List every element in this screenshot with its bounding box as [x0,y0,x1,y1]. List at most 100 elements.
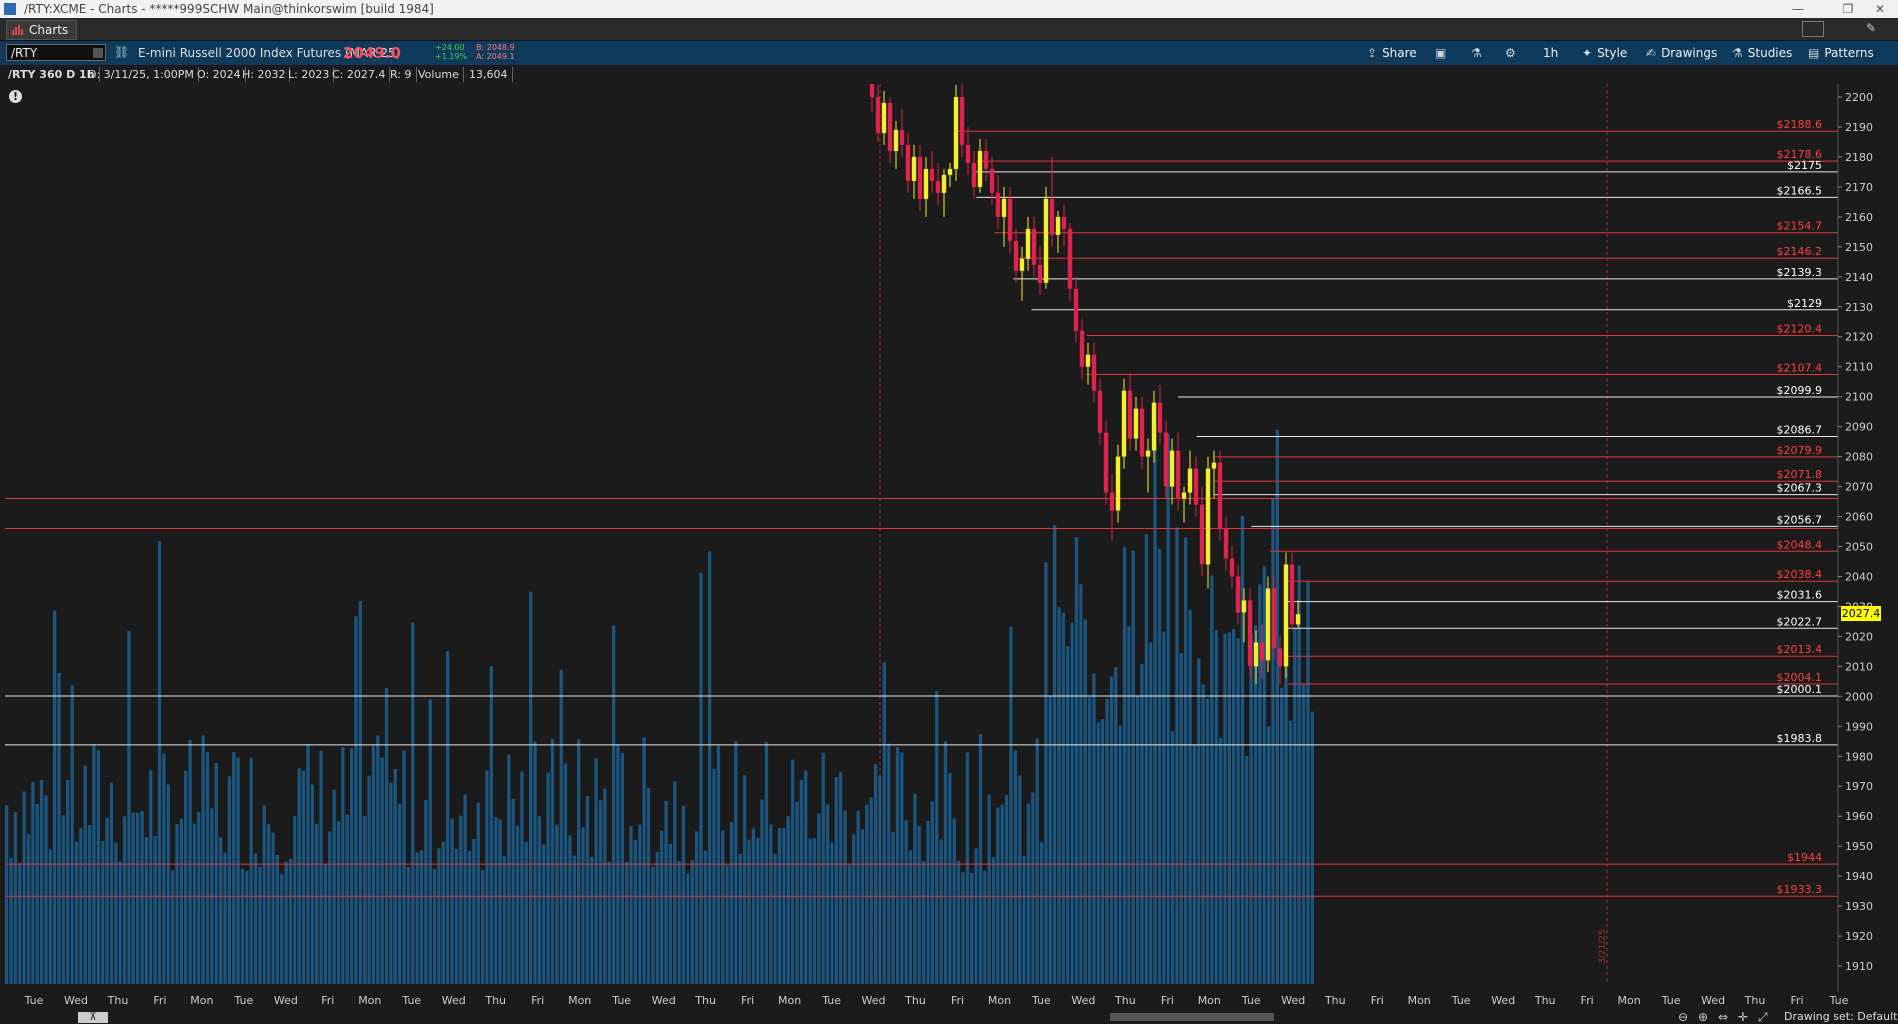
volume-bar [446,651,450,984]
volume-bar [101,841,105,984]
price-axis-label: 1950 [1845,840,1873,853]
volume-bar [502,856,507,984]
price-axis-label: 2120 [1845,331,1873,344]
volume-bar [1127,626,1131,984]
volume-bar [677,861,681,984]
volume-bar [751,828,755,984]
chevron-down-icon[interactable] [93,48,103,58]
drawing-set-label: Drawing set: Default [1784,1010,1898,1023]
volume-bar [533,741,537,984]
patterns-icon: ▤ [1808,46,1820,60]
candle-body [1061,216,1067,229]
style-button[interactable]: ✦ Style [1582,45,1627,61]
volume-bar [26,834,31,984]
volume-bar [633,839,638,984]
volume-bar [1053,525,1057,984]
change-value: +24.00 [435,43,465,52]
volume-bar [127,630,131,984]
time-axis-label: Tue [1829,994,1849,1007]
volume-bar [1288,720,1293,984]
price-axis-label: 2060 [1845,511,1873,524]
volume-bar [642,737,646,984]
alert-icon[interactable]: ! [9,90,22,103]
minimize-button[interactable]: — [1780,0,1816,18]
volume-bar [638,824,642,984]
candle-body [971,162,977,187]
volume-bar [651,866,655,984]
drawings-button[interactable]: ✍ Drawings [1646,45,1717,61]
candle-body [1259,642,1265,661]
volume-bar [1048,696,1052,984]
maximize-button[interactable]: ❐ [1830,0,1866,18]
volume-bar [646,788,651,984]
pin-icon[interactable]: ✎ [1866,21,1876,35]
volume-bar [149,770,153,984]
scroll-left-button[interactable]: ⊼ [78,1012,108,1023]
volume-bar [721,830,725,984]
candle-body [1067,228,1073,289]
volume-bar [1035,738,1039,984]
snapshot-button[interactable]: ▣ [1435,45,1451,61]
volume-bar [590,856,594,984]
price-axis-label: 2130 [1845,301,1873,314]
volume-bar [821,752,825,984]
candle-body [941,174,947,193]
price-chart[interactable]: 3/21/25$2188.6$2178.6$2175$2166.5$2154.7… [0,84,1898,992]
volume-bar [847,864,852,984]
volume-bar [1096,722,1100,984]
symbol-selector[interactable]: /RTY [6,44,106,61]
volume-bar [1039,841,1044,984]
zoom-in-icon[interactable]: ⊕ [1698,1010,1708,1024]
volume-bar [555,824,559,984]
volume-bar [559,669,563,984]
volume-bar [956,860,961,984]
link-icon[interactable]: ⛓ [114,45,129,59]
volume-bar [197,812,201,984]
time-axis-label: Tue [822,994,841,1007]
studies-button[interactable]: ⚗ Studies [1732,45,1792,61]
volume-bar [664,800,668,984]
price-axis-label: 2010 [1845,660,1873,673]
volume-bar [1249,634,1253,984]
volume-bar [162,753,166,984]
flask-button[interactable]: ⚗ [1471,45,1487,61]
volume-bar [1271,499,1275,984]
price-level-label: $1983.8 [1777,732,1823,745]
price-axis-label: 1960 [1845,810,1873,823]
tab-charts-label: Charts [29,23,69,37]
volume-bar [935,691,939,984]
bid-value: B: 2048.9 [476,43,515,52]
volume-bar [612,625,616,984]
volume-bar [572,855,576,984]
price-axis-label: 2190 [1845,121,1873,134]
layout-toggle-button[interactable] [1802,21,1824,37]
time-axis-label: Fri [531,994,545,1007]
crosshair-icon[interactable]: ✛ [1738,1010,1748,1024]
time-axis-label: Tue [1241,994,1261,1007]
volume-bar [874,763,878,984]
studies-icon: ⚗ [1732,46,1743,60]
patterns-button[interactable]: ▤ Patterns [1808,45,1874,61]
zoom-out-icon[interactable]: ⊖ [1678,1010,1688,1024]
timeframe-selector[interactable]: 1h [1543,45,1558,61]
candle-body [1013,240,1019,271]
candle-body [875,97,881,133]
time-axis-label: Tue [1451,994,1471,1007]
candle-body [1247,600,1253,667]
volume-bar [402,750,406,984]
close-button[interactable]: ✕ [1862,0,1898,18]
price-level-label: $2056.7 [1777,513,1823,526]
candle-body [1025,228,1031,259]
volume-bar [367,775,371,984]
fit-icon[interactable]: ⤢ [1758,1010,1768,1024]
share-button[interactable]: ⇪ Share [1367,45,1417,61]
pan-icon[interactable]: ⇔ [1718,1010,1728,1024]
candle-body [1205,468,1211,565]
horizontal-scrollbar[interactable] [1110,1013,1274,1021]
volume-bar [760,799,764,984]
volume-bar [1310,711,1314,984]
settings-button[interactable]: ⚙ [1505,45,1521,61]
volume-bar [747,839,751,984]
tab-charts[interactable]: Charts [6,20,78,40]
candle-body [995,192,1001,217]
